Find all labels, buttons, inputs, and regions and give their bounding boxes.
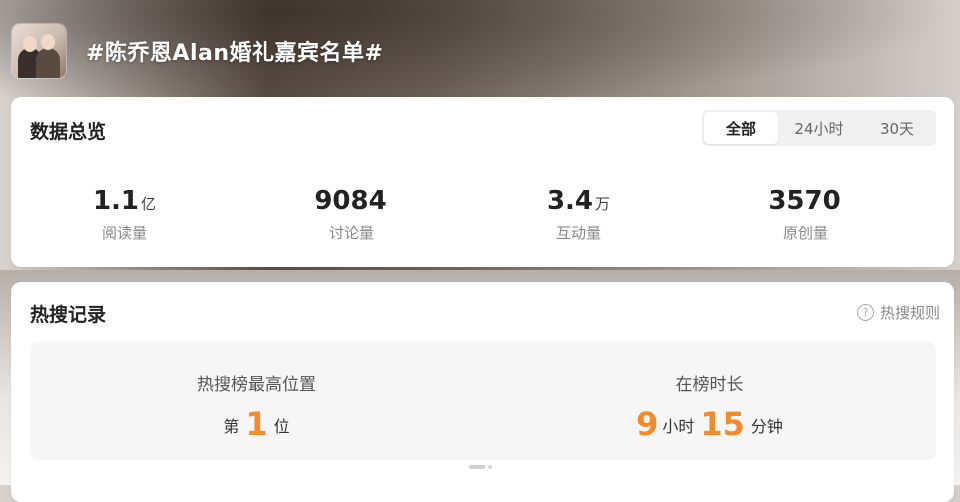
stat-number: 3.4 bbox=[546, 186, 594, 216]
indicator-dot-active bbox=[469, 465, 485, 469]
position-suffix: 位 bbox=[273, 417, 290, 436]
time-range-tabs: 全部 24小时 30天 bbox=[702, 110, 936, 146]
duration-stat: 在榜时长 9 小时 15 分钟 bbox=[483, 342, 936, 460]
stat-discussions: 9084 讨论量 bbox=[238, 185, 465, 243]
tab-all[interactable]: 全部 bbox=[704, 112, 778, 144]
page-indicator bbox=[469, 465, 492, 469]
indicator-dot bbox=[488, 465, 492, 469]
overview-title: 数据总览 bbox=[30, 121, 107, 143]
stat-originals: 3570 原创量 bbox=[692, 185, 919, 243]
highest-position-value: 第1位 bbox=[30, 405, 483, 443]
duration-minutes-unit: 分钟 bbox=[750, 417, 783, 436]
stat-number: 3570 bbox=[768, 186, 841, 216]
stat-reads: 1.1 亿 阅读量 bbox=[11, 185, 238, 243]
topic-header: #陈乔恩Alan婚礼嘉宾名单# bbox=[12, 24, 383, 78]
question-circle-icon: ? bbox=[856, 304, 874, 321]
tab-30d[interactable]: 30天 bbox=[860, 112, 934, 144]
stat-number: 9084 bbox=[314, 186, 387, 216]
stat-unit: 万 bbox=[595, 195, 611, 213]
stat-label: 讨论量 bbox=[328, 224, 374, 242]
stat-value: 9084 bbox=[238, 185, 465, 220]
stat-value: 1.1 亿 bbox=[11, 185, 238, 220]
hot-search-stats-box: 热搜榜最高位置 第1位 在榜时长 9 小时 15 分钟 bbox=[30, 342, 936, 460]
avatar-person-shape bbox=[36, 48, 60, 78]
stat-interactions: 3.4 万 互动量 bbox=[465, 185, 692, 243]
hot-search-rules-link[interactable]: ? 热搜规则 bbox=[856, 302, 940, 323]
data-overview-card: 数据总览 全部 24小时 30天 1.1 亿 阅读量 9084 讨论量 3.4 万 … bbox=[11, 97, 954, 267]
stat-number: 1.1 bbox=[92, 186, 140, 216]
stat-unit: 亿 bbox=[141, 195, 157, 213]
avatar-face-shape bbox=[41, 34, 55, 50]
stat-label: 原创量 bbox=[782, 224, 828, 242]
highest-position-label: 热搜榜最高位置 bbox=[197, 375, 316, 395]
topic-title: #陈乔恩Alan婚礼嘉宾名单# bbox=[86, 41, 384, 66]
hot-search-title: 热搜记录 bbox=[30, 304, 107, 326]
topic-avatar[interactable] bbox=[12, 24, 66, 78]
hot-search-card: 热搜记录 ? 热搜规则 热搜榜最高位置 第1位 在榜时长 9 小时 15 分钟 bbox=[11, 282, 954, 502]
duration-hours: 9 bbox=[636, 405, 659, 443]
position-prefix: 第 bbox=[223, 417, 240, 436]
avatar-face-shape bbox=[23, 36, 37, 52]
highest-position-stat: 热搜榜最高位置 第1位 bbox=[30, 342, 483, 460]
rules-link-label: 热搜规则 bbox=[879, 304, 940, 322]
position-number: 1 bbox=[245, 405, 268, 443]
stat-value: 3.4 万 bbox=[465, 185, 692, 220]
stat-label: 互动量 bbox=[555, 224, 601, 242]
duration-hours-unit: 小时 bbox=[662, 417, 695, 436]
stats-row: 1.1 亿 阅读量 9084 讨论量 3.4 万 互动量 3570 原创量 bbox=[11, 185, 954, 243]
tab-24h[interactable]: 24小时 bbox=[782, 112, 856, 144]
stat-label: 阅读量 bbox=[101, 224, 147, 242]
duration-value: 9 小时 15 分钟 bbox=[483, 405, 936, 443]
duration-minutes: 15 bbox=[700, 405, 745, 443]
stat-value: 3570 bbox=[692, 185, 919, 220]
duration-label: 在榜时长 bbox=[675, 375, 744, 395]
